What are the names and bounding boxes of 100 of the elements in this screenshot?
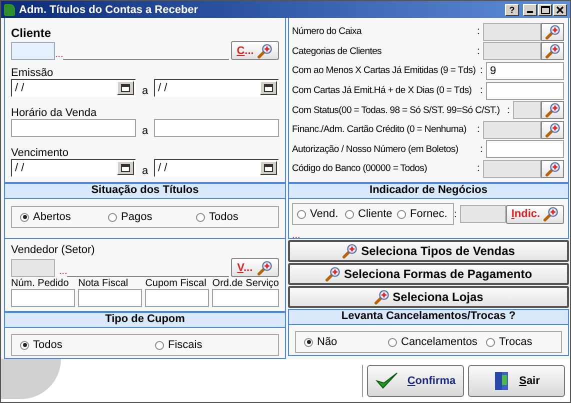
calendar-icon (121, 164, 130, 172)
minimize-icon (527, 11, 533, 13)
search-button[interactable] (541, 101, 564, 120)
lookup-field[interactable] (513, 101, 541, 120)
calendar-button[interactable] (117, 161, 134, 175)
time-field[interactable] (11, 119, 136, 137)
radio-button[interactable] (304, 338, 313, 346)
range-separator: a (140, 165, 150, 177)
field-label: Cupom Fiscal (145, 278, 208, 289)
radio-button[interactable] (196, 212, 205, 222)
radio-button[interactable] (20, 340, 29, 350)
radio-button[interactable] (297, 210, 306, 218)
lookup-marker: ... (55, 50, 64, 60)
client-search-button[interactable]: C... (231, 41, 279, 60)
radio-option[interactable]: Não (304, 336, 388, 348)
search-icon (544, 43, 560, 60)
search-icon (544, 160, 560, 177)
text-field[interactable] (212, 289, 279, 307)
calendar-button[interactable] (260, 81, 277, 95)
text-field[interactable] (11, 289, 76, 307)
colon-text: : (454, 208, 458, 220)
search-icon (256, 260, 273, 276)
radio-option[interactable]: Pagos (108, 211, 196, 223)
exit-button[interactable]: Sair (468, 365, 565, 397)
radio-option[interactable]: Cancelamentos (388, 336, 486, 348)
colon-text: : (480, 144, 484, 155)
field-label: Vencimento (11, 147, 70, 159)
search-icon (374, 289, 390, 305)
calendar-button[interactable] (260, 161, 277, 175)
text-field[interactable]: 9 (486, 62, 564, 80)
window-title: Adm. Títulos do Contas a Receber (19, 4, 200, 16)
maximize-icon (540, 6, 550, 14)
search-icon (542, 206, 559, 222)
field-label: Categorias de Clientes (292, 46, 383, 57)
search-button[interactable] (541, 120, 564, 139)
minimize-button[interactable] (523, 4, 537, 16)
radio-option[interactable]: Fiscais (155, 339, 270, 351)
section-header: Situação dos Títulos (4, 183, 286, 199)
radio-option[interactable]: Vend. (297, 208, 345, 220)
search-icon (324, 266, 341, 282)
text-field[interactable] (486, 82, 564, 100)
lookup-field[interactable] (483, 120, 541, 139)
select-button[interactable]: Seleciona Tipos de Vendas (288, 240, 569, 262)
text-field[interactable] (145, 289, 210, 307)
radio-option[interactable]: Abertos (20, 211, 108, 223)
calendar-button[interactable] (117, 81, 134, 95)
lookup-field[interactable] (483, 160, 541, 178)
corner-shape (1, 359, 61, 399)
field-label: Número do Caixa (292, 26, 363, 38)
help-button[interactable]: ? (505, 4, 519, 16)
radio-button[interactable] (155, 340, 164, 350)
radio-option[interactable]: Todos (20, 339, 155, 351)
text-field[interactable] (78, 289, 142, 307)
radio-button[interactable] (345, 210, 354, 218)
search-button[interactable] (541, 160, 564, 178)
confirm-button[interactable]: Confirma (367, 365, 464, 397)
radio-option[interactable]: Todos (196, 211, 270, 223)
field-label: Com Status(00 = Todas. 98 = Só S/ST. 99=Só C/ST.) (292, 104, 501, 116)
colon-text: : (477, 124, 481, 136)
radio-button[interactable] (486, 338, 495, 346)
radio-button[interactable] (20, 212, 29, 222)
field-label: Horário da Venda (11, 107, 98, 119)
seller-code-field[interactable] (11, 259, 55, 277)
maximize-button[interactable] (538, 4, 552, 16)
search-icon (544, 122, 560, 138)
field-label: Núm. Pedido (11, 278, 70, 289)
search-button[interactable] (541, 42, 564, 60)
app-icon (4, 4, 15, 16)
lookup-marker: ... (59, 267, 68, 277)
colon-text: : (480, 85, 484, 96)
checkmark-icon (375, 371, 400, 391)
calendar-icon (264, 84, 273, 92)
radio-option[interactable]: Cliente (345, 208, 397, 220)
lookup-field[interactable] (483, 22, 541, 41)
select-button[interactable]: Seleciona Formas de Pagamento (288, 263, 569, 285)
search-icon (544, 24, 560, 40)
close-icon (556, 6, 564, 14)
range-separator: a (140, 85, 150, 97)
lookup-field[interactable] (483, 42, 541, 60)
indicator-field[interactable] (460, 205, 506, 223)
seller-search-button[interactable]: V... (231, 258, 279, 277)
field-label: Financ./Adm. Cartão Crédito (0 = Nenhuma) (292, 124, 468, 136)
radio-button[interactable] (397, 210, 406, 218)
time-field[interactable] (154, 119, 279, 137)
radio-button[interactable] (388, 338, 397, 346)
colon-text: : (480, 65, 484, 76)
search-button[interactable] (541, 22, 564, 41)
text-field[interactable] (486, 140, 564, 158)
colon-text: : (477, 163, 481, 174)
client-code-field[interactable] (11, 42, 55, 60)
close-button[interactable] (553, 4, 567, 16)
select-button[interactable]: Seleciona Lojas (288, 286, 569, 308)
colon-text: : (477, 26, 481, 38)
indicator-search-button[interactable]: Indic. (506, 204, 564, 224)
section-header: Indicador de Negócios (288, 183, 569, 199)
radio-button[interactable] (108, 212, 117, 222)
radio-option[interactable]: Trocas (486, 336, 553, 348)
radio-option[interactable]: Fornec. (397, 208, 449, 220)
colon-text: : (507, 104, 511, 116)
field-label: Cliente (11, 26, 52, 40)
